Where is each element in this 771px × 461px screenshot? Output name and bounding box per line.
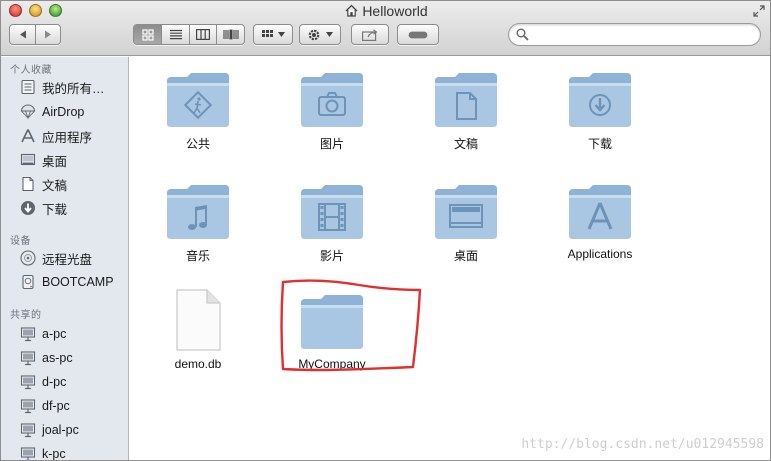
sidebar-item-bootcamp[interactable]: BOOTCAMP (19, 271, 127, 293)
window-title: Helloworld (1, 3, 770, 20)
arrange-grid-icon (261, 29, 273, 37)
file-item-demo-db[interactable]: demo.db (138, 287, 258, 371)
computer-icon (19, 373, 37, 391)
file-item-music[interactable]: 音乐 (138, 177, 258, 264)
share-button[interactable] (351, 24, 389, 45)
applications-icon (19, 127, 37, 145)
file-item-downloads[interactable]: 下载 (540, 65, 660, 152)
finder-window: Helloworld 个人收藏 我的所有… AirDrop 应用程序 桌面 文稿… (0, 0, 771, 461)
sidebar-item-as-pc[interactable]: as-pc (19, 347, 127, 369)
sidebar-item-applications[interactable]: 应用程序 (19, 125, 127, 147)
desktop-icon (19, 151, 37, 169)
movies-folder-icon (272, 177, 392, 241)
sidebar-item-all-my-files[interactable]: 我的所有… (19, 76, 127, 98)
music-folder-icon (138, 177, 258, 241)
file-item-pictures[interactable]: 图片 (272, 65, 392, 152)
sidebar-item-k-pc[interactable]: k-pc (19, 443, 127, 460)
public-folder-icon (138, 65, 258, 129)
back-button[interactable] (10, 25, 35, 44)
computer-icon (19, 325, 37, 343)
coverflow-view-button[interactable] (216, 25, 244, 44)
computer-icon (19, 397, 37, 415)
chevron-down-icon (326, 32, 333, 37)
home-folder-icon (345, 4, 358, 20)
column-view-button[interactable] (188, 25, 217, 44)
sidebar-section-favorites: 个人收藏 (10, 65, 52, 76)
desktop-folder-icon (406, 177, 526, 241)
sidebar-item-documents[interactable]: 文稿 (19, 173, 127, 195)
forward-arrow-icon (45, 30, 51, 39)
computer-icon (19, 421, 37, 439)
search-icon (516, 28, 529, 41)
search-field[interactable] (508, 23, 761, 46)
gear-icon (308, 29, 320, 40)
back-forward-control (9, 24, 61, 45)
computer-icon (19, 445, 37, 460)
remote-disc-icon (19, 249, 37, 267)
list-view-button[interactable] (161, 25, 189, 44)
column-view-icon (196, 29, 211, 40)
forward-button[interactable] (35, 25, 60, 44)
drive-icon (19, 273, 37, 291)
watermark: http://blog.csdn.net/u012945598 (521, 437, 764, 452)
sidebar-item-desktop[interactable]: 桌面 (19, 149, 127, 171)
tags-button[interactable] (397, 24, 439, 45)
sidebar: 个人收藏 我的所有… AirDrop 应用程序 桌面 文稿 下载 设备 远程光盘… (1, 57, 129, 460)
sidebar-item-df-pc[interactable]: df-pc (19, 395, 127, 417)
sidebar-section-shared: 共享的 (10, 310, 42, 321)
action-menu-button[interactable] (299, 24, 341, 45)
downloads-folder-icon (540, 65, 660, 129)
documents-icon (19, 175, 37, 193)
view-mode-control (133, 24, 245, 45)
back-arrow-icon (19, 30, 26, 39)
sidebar-item-joal-pc[interactable]: joal-pc (19, 419, 127, 441)
applications-folder-icon (540, 177, 660, 241)
fullscreen-icon[interactable] (752, 4, 766, 18)
icon-view-icon (142, 28, 154, 41)
file-browser-content: 公共 图片 文稿 下载 音乐 影片 桌面 Applications demo.d… (130, 57, 770, 460)
chevron-down-icon (277, 32, 285, 37)
sidebar-item-d-pc[interactable]: d-pc (19, 371, 127, 393)
file-item-desktop[interactable]: 桌面 (406, 177, 526, 264)
file-item-documents[interactable]: 文稿 (406, 65, 526, 152)
tag-icon (408, 31, 428, 38)
arrange-menu-button[interactable] (253, 24, 293, 45)
documents-folder-icon (406, 65, 526, 129)
coverflow-view-icon (223, 29, 239, 40)
sidebar-section-devices: 设备 (10, 236, 31, 247)
downloads-icon (19, 199, 37, 217)
sidebar-item-airdrop[interactable]: AirDrop (19, 101, 127, 123)
file-item-public[interactable]: 公共 (138, 65, 258, 152)
file-item-movies[interactable]: 影片 (272, 177, 392, 264)
sidebar-item-downloads[interactable]: 下载 (19, 197, 127, 219)
annotation-highlight (280, 279, 422, 372)
list-view-icon (169, 29, 182, 40)
icon-view-button[interactable] (134, 25, 162, 44)
document-file-icon (138, 287, 258, 351)
pictures-folder-icon (272, 65, 392, 129)
toolbar: Helloworld (1, 1, 770, 56)
airdrop-icon (19, 103, 37, 121)
file-item-applications[interactable]: Applications (540, 177, 660, 261)
all-files-icon (19, 78, 37, 96)
share-icon (362, 28, 378, 41)
sidebar-item-a-pc[interactable]: a-pc (19, 323, 127, 345)
sidebar-item-remote-disc[interactable]: 远程光盘 (19, 247, 127, 269)
computer-icon (19, 349, 37, 367)
